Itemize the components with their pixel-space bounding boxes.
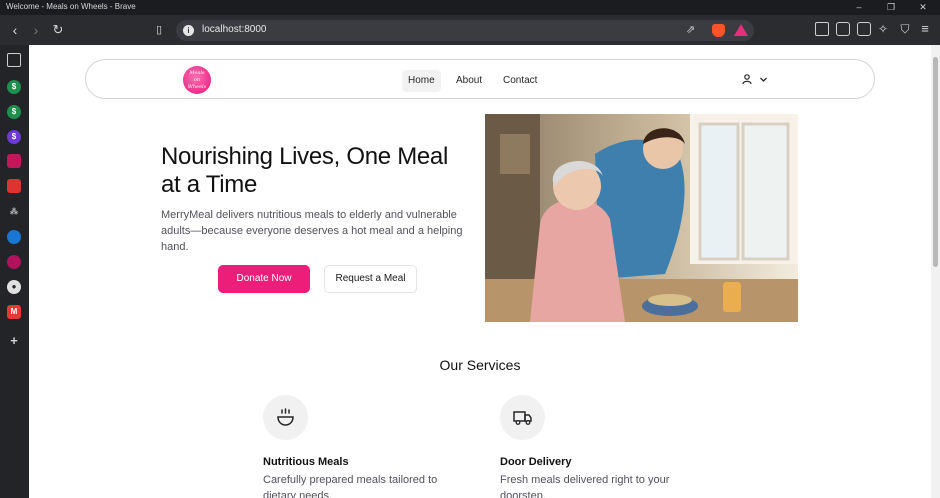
maximize-button[interactable]: ❐ xyxy=(876,0,906,15)
user-icon xyxy=(742,74,752,85)
truck-icon xyxy=(513,411,532,425)
green-s-icon[interactable]: $ xyxy=(7,105,21,119)
back-icon[interactable]: ‹ xyxy=(6,21,24,39)
github-icon[interactable]: ● xyxy=(7,280,21,294)
nav-home[interactable]: Home xyxy=(402,70,441,92)
url-text[interactable]: localhost:8000 xyxy=(202,24,267,35)
hero-photo-illustration xyxy=(485,114,798,322)
red-m-icon[interactable]: M xyxy=(7,305,21,319)
logo-line3: Wheels xyxy=(187,84,207,90)
hero-title: Nourishing Lives, One Meal at a Time xyxy=(161,143,449,198)
purple-s-icon[interactable]: $ xyxy=(7,130,21,144)
sidebar-toggle-icon[interactable] xyxy=(836,22,850,36)
blue-app-icon[interactable] xyxy=(7,230,21,244)
window-title: Welcome - Meals on Wheels - Brave xyxy=(6,2,136,11)
hero-description: MerryMeal delivers nutritious meals to e… xyxy=(161,209,463,253)
nav-contact[interactable]: Contact xyxy=(497,70,543,92)
wallet-icon[interactable] xyxy=(857,22,871,36)
menu-icon[interactable]: ≡ xyxy=(916,20,934,38)
reload-icon[interactable]: ↻ xyxy=(49,21,67,39)
minimize-button[interactable]: – xyxy=(844,0,874,15)
nav-about[interactable]: About xyxy=(450,70,488,92)
service-title: Nutritious Meals xyxy=(263,456,349,468)
hero-photo xyxy=(485,114,798,322)
logo-line2: on xyxy=(193,77,201,83)
user-menu[interactable] xyxy=(742,72,772,88)
leo-ai-icon[interactable]: ✧ xyxy=(874,20,892,38)
network-icon[interactable]: ⁂ xyxy=(7,205,21,219)
donate-button[interactable]: Donate Now xyxy=(218,265,310,293)
service-icon-container xyxy=(263,395,308,440)
green-s-icon[interactable]: $ xyxy=(7,80,21,94)
magenta-app-icon[interactable] xyxy=(7,255,21,269)
brave-rewards-icon[interactable] xyxy=(734,24,748,36)
brave-shields-icon[interactable] xyxy=(712,24,725,37)
bookmark-icon[interactable]: ▯ xyxy=(150,21,168,39)
vpn-icon[interactable]: ⛉ xyxy=(896,20,914,38)
scrollbar-thumb[interactable] xyxy=(933,57,938,267)
extensions-icon[interactable] xyxy=(815,22,829,36)
share-icon[interactable]: ⇗ xyxy=(686,23,695,36)
logo-line1: Meals xyxy=(189,70,205,76)
add-icon[interactable]: + xyxy=(7,334,21,348)
pink-app-icon[interactable] xyxy=(7,154,21,168)
site-navbar: Meals on Wheels Home About Contact xyxy=(85,59,875,99)
service-description: Carefully prepared meals tailored to die… xyxy=(263,474,438,498)
bowl-icon xyxy=(277,408,294,426)
site-logo[interactable]: Meals on Wheels xyxy=(183,66,211,94)
window-titlebar: Welcome - Meals on Wheels - Brave – ❐ ✕ xyxy=(0,0,940,15)
site-info-icon[interactable]: i xyxy=(183,25,194,36)
browser-sidebar: $ $ $ ⁂ ● M + xyxy=(0,45,29,498)
service-title: Door Delivery xyxy=(500,456,572,468)
address-bar[interactable]: i localhost:8000 ⇗ xyxy=(176,20,754,41)
web-page: Meals on Wheels Home About Contact Nouri… xyxy=(29,45,931,498)
red-app-icon[interactable] xyxy=(7,179,21,193)
close-button[interactable]: ✕ xyxy=(908,0,938,15)
service-icon-container xyxy=(500,395,545,440)
browser-toolbar: ‹ › ↻ ▯ i localhost:8000 ⇗ ✧ ⛉ ≡ xyxy=(0,15,940,45)
chevron-down-icon xyxy=(760,77,767,82)
forward-icon[interactable]: › xyxy=(27,21,45,39)
services-heading: Our Services xyxy=(439,357,521,373)
sidebar-panel-icon[interactable] xyxy=(7,53,21,67)
page-scrollbar[interactable] xyxy=(931,45,940,498)
request-meal-button[interactable]: Request a Meal xyxy=(324,265,417,293)
service-description: Fresh meals delivered right to your door… xyxy=(500,474,670,498)
